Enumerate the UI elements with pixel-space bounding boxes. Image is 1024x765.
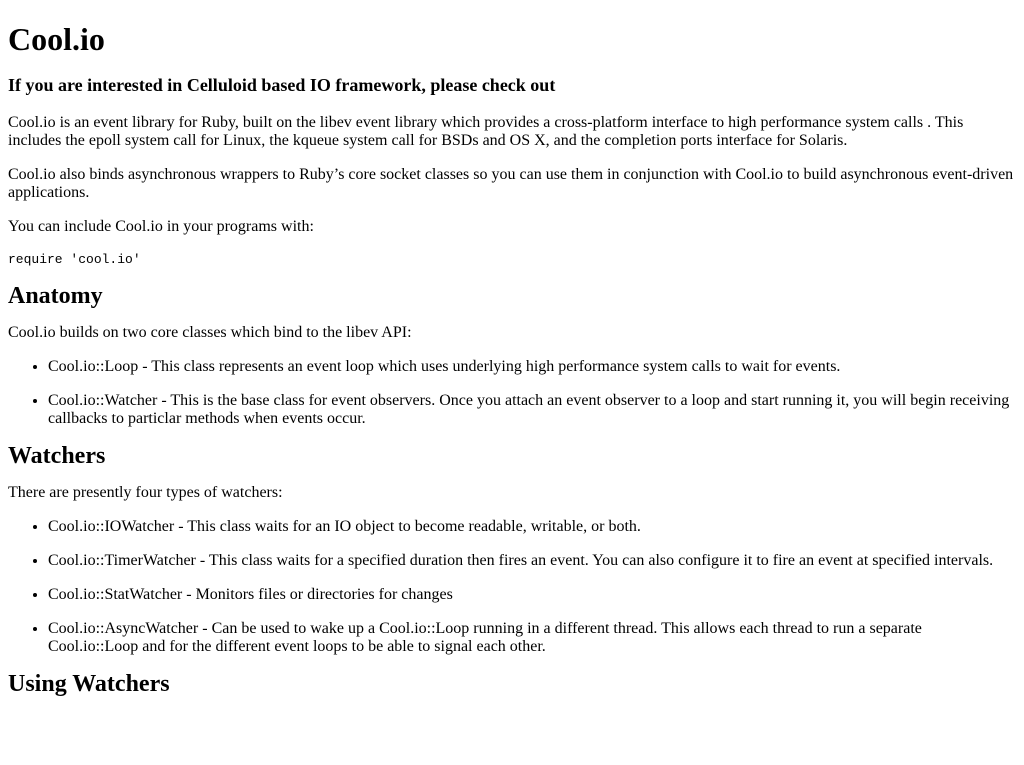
page-subtitle: If you are interested in Celluloid based… (8, 75, 556, 95)
section-heading-anatomy: Anatomy (8, 283, 103, 309)
list-item: Cool.io::IOWatcher - This class waits fo… (48, 518, 1016, 536)
section-heading-using-watchers: Using Watchers (8, 671, 170, 697)
list-item: Cool.io::TimerWatcher - This class waits… (48, 552, 1016, 570)
list-item: Cool.io::Watcher - This is the base clas… (48, 392, 1016, 428)
code-snippet: require 'cool.io' (8, 252, 141, 267)
intro-paragraph-1: Cool.io is an event library for Ruby, bu… (8, 114, 964, 149)
list-item: Cool.io::Loop - This class represents an… (48, 358, 1016, 376)
intro-paragraph-3: You can include Cool.io in your programs… (8, 218, 314, 235)
section-heading-watchers: Watchers (8, 443, 106, 469)
watchers-intro: There are presently four types of watche… (8, 484, 283, 501)
list-item: Cool.io::StatWatcher - Monitors files or… (48, 586, 1016, 604)
watchers-list: Cool.io::IOWatcher - This class waits fo… (8, 518, 1016, 656)
document-page: Cool.io If you are interested in Cellulo… (0, 21, 1024, 698)
list-item: Cool.io::AsyncWatcher - Can be used to w… (48, 620, 1016, 656)
page-title: Cool.io (8, 21, 105, 57)
anatomy-intro: Cool.io builds on two core classes which… (8, 324, 412, 341)
anatomy-list: Cool.io::Loop - This class represents an… (8, 358, 1016, 428)
intro-paragraph-2: Cool.io also binds asynchronous wrappers… (8, 166, 1014, 201)
